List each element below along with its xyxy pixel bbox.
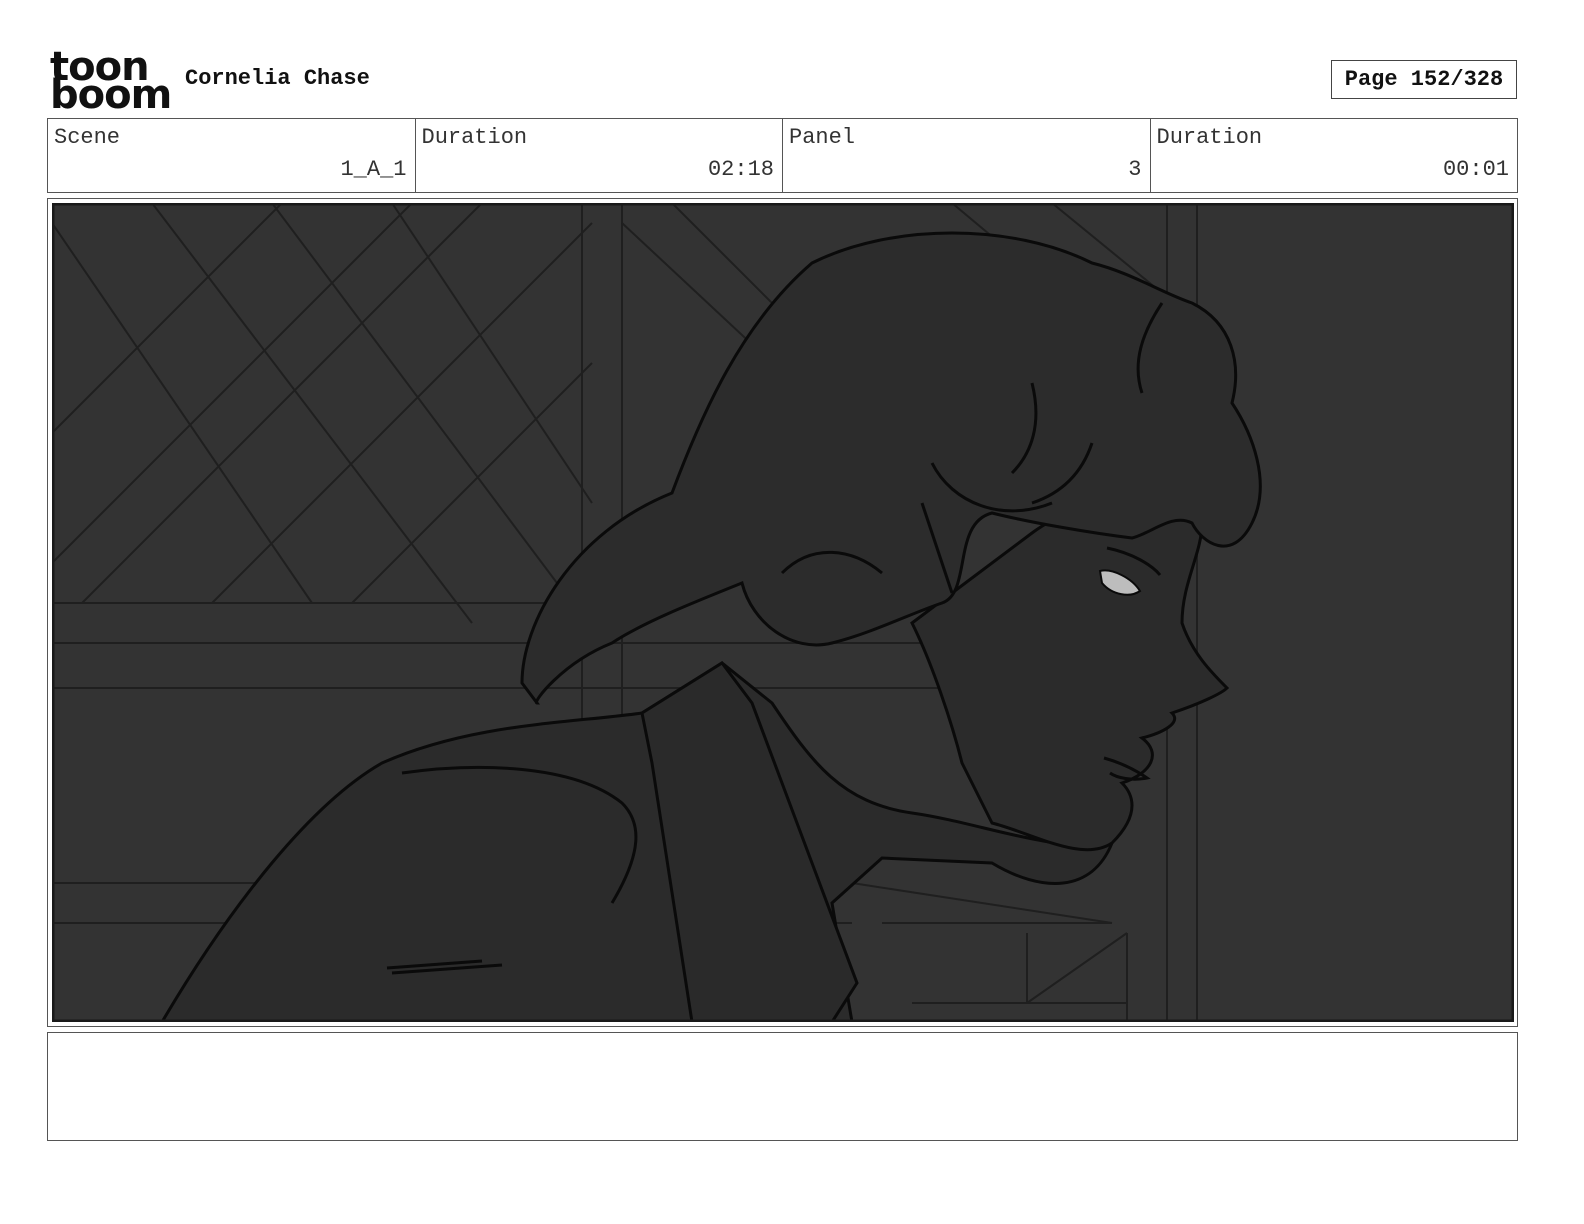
scene-duration-value: 02:18 bbox=[707, 157, 774, 182]
panel-value: 3 bbox=[1128, 157, 1142, 182]
storyboard-panel-drawing bbox=[52, 203, 1514, 1022]
panel-notes[interactable] bbox=[47, 1032, 1518, 1141]
page-number: Page 152/328 bbox=[1331, 60, 1517, 99]
scene-duration-label: Duration bbox=[421, 125, 528, 150]
toonboom-logo: toon boom bbox=[50, 47, 172, 115]
scene-value: 1_A_1 bbox=[340, 157, 407, 182]
scene-cell: Scene 1_A_1 bbox=[48, 119, 416, 192]
panel-duration-label: Duration bbox=[1156, 125, 1263, 150]
logo-line-2: boom bbox=[50, 72, 172, 118]
panel-label: Panel bbox=[789, 125, 856, 150]
panel-duration-cell: Duration 00:01 bbox=[1151, 119, 1518, 192]
panel-cell: Panel 3 bbox=[783, 119, 1151, 192]
scene-label: Scene bbox=[54, 125, 121, 150]
scene-info-table: Scene 1_A_1 Duration 02:18 Panel 3 Durat… bbox=[47, 118, 1518, 193]
panel-duration-value: 00:01 bbox=[1442, 157, 1509, 182]
project-title: Cornelia Chase bbox=[185, 66, 370, 91]
scene-duration-cell: Duration 02:18 bbox=[416, 119, 783, 192]
